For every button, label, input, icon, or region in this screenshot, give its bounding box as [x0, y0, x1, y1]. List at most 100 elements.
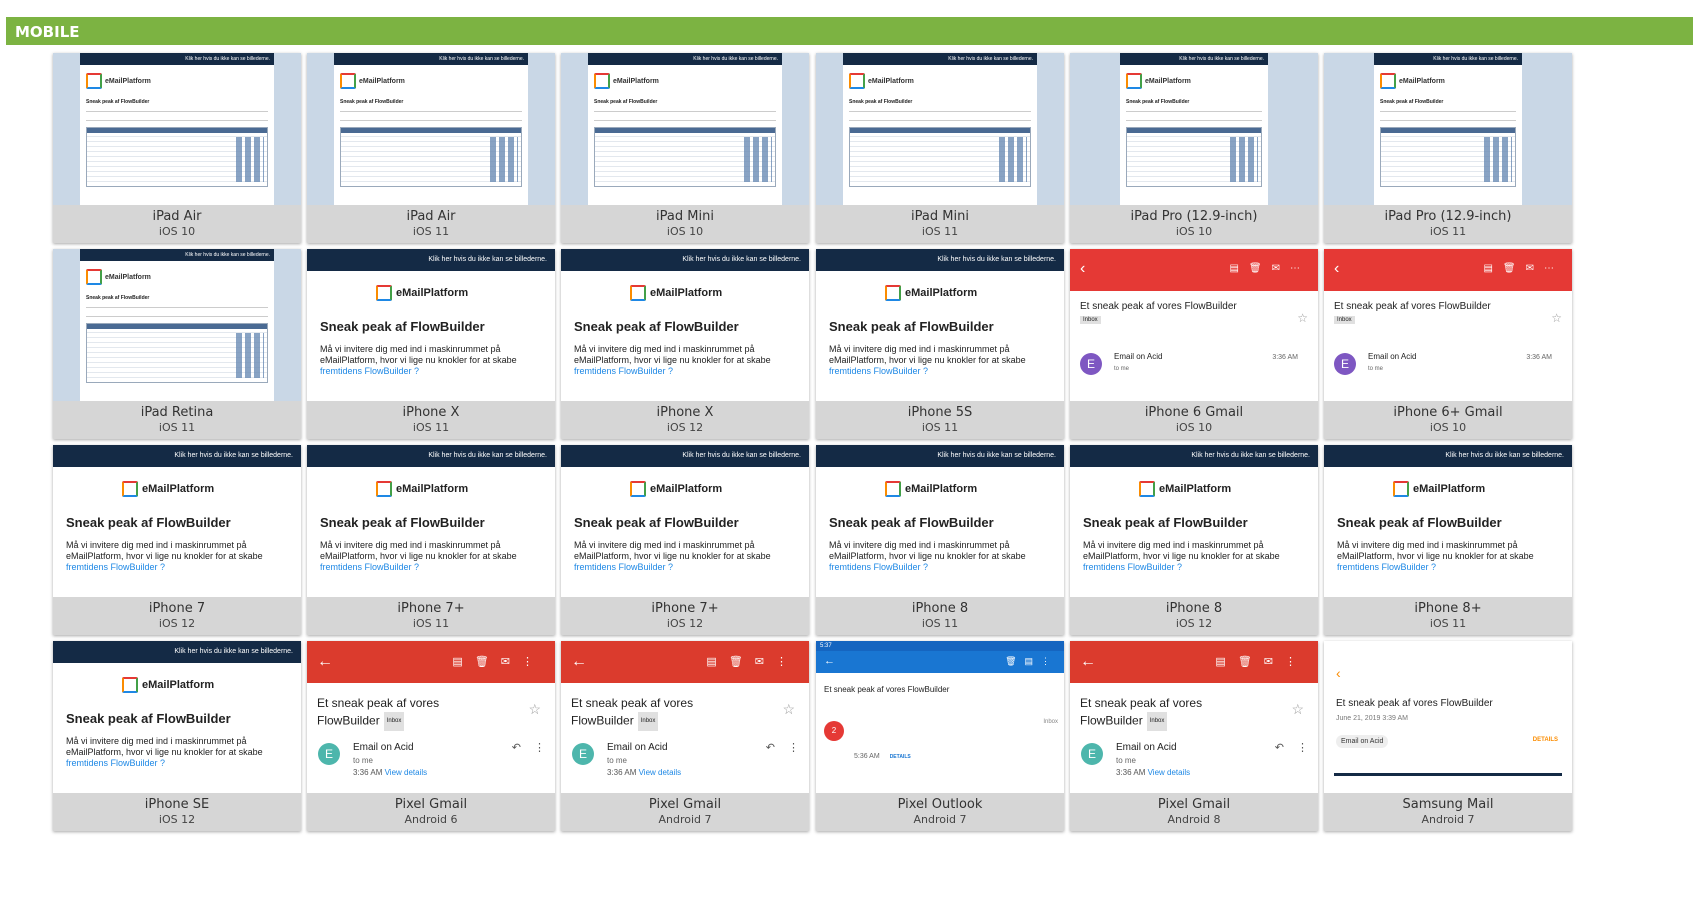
email-heading: Sneak peak af FlowBuilder: [320, 515, 485, 530]
email-heading: Sneak peak af FlowBuilder: [66, 515, 231, 530]
email-heading: Sneak peak af FlowBuilder: [1337, 515, 1502, 530]
app-screenshot: [1380, 127, 1516, 187]
back-arrow-icon: ‹: [1080, 260, 1086, 277]
banner-text: Klik her hvis du ikke kan se billederne.: [948, 56, 1033, 62]
device-name: iPhone X: [402, 405, 460, 420]
logo-icon: [1393, 481, 1409, 497]
folder-label: Inbox: [1043, 719, 1058, 725]
email-heading: Sneak peak af FlowBuilder: [574, 515, 739, 530]
device-card[interactable]: Klik her hvis du ikke kan se billederne.…: [561, 249, 809, 439]
device-card[interactable]: ‹ ▤🗑✉⋯ Et sneak peak af vores FlowBuilder…: [1324, 249, 1572, 439]
email-document: Klik her hvis du ikke kan se billederne.…: [80, 53, 274, 205]
inbox-badge: Inbox: [637, 712, 659, 731]
logo-icon: [376, 285, 392, 301]
device-card[interactable]: Klik her hvis du ikke kan se billederne.…: [307, 445, 555, 635]
app-screenshot: [1126, 127, 1262, 187]
body-link: fremtidens FlowBuilder ?: [320, 562, 420, 572]
logo-icon: [122, 677, 138, 693]
device-card[interactable]: Klik her hvis du ikke kan se billederne.…: [816, 445, 1064, 635]
back-arrow-icon: ←: [824, 655, 835, 667]
device-card[interactable]: ‹ ▤🗑✉⋯ Et sneak peak af vores FlowBuilder…: [1070, 249, 1318, 439]
device-caption: iPhone 8+ iOS 11: [1324, 597, 1572, 635]
logo: eMailPlatform: [376, 285, 486, 301]
ipad-preview: Klik her hvis du ikke kan se billederne.…: [53, 249, 301, 401]
device-card[interactable]: Klik her hvis du ikke kan se billederne.…: [53, 445, 301, 635]
body-line: eMailPlatform, hvor vi lige nu knokler f…: [1083, 551, 1280, 561]
device-card[interactable]: Klik her hvis du ikke kan se billederne.…: [561, 53, 809, 243]
device-card[interactable]: ‹ Et sneak peak af vores FlowBuilder Jun…: [1324, 641, 1572, 831]
time: 3:36 AM: [353, 768, 383, 777]
logo-text: eMailPlatform: [105, 273, 151, 281]
banner-text: Klik her hvis du ikke kan se billederne.: [1445, 452, 1564, 459]
email-subject: Et sneak peak af vores FlowBuilder Inbox: [1080, 695, 1306, 731]
email-heading: Sneak peak af FlowBuilder: [1380, 99, 1444, 105]
device-caption: iPhone 7+ iOS 12: [561, 597, 809, 635]
device-caption: iPhone 5S iOS 11: [816, 401, 1064, 439]
back-arrow-icon: ←: [317, 653, 333, 670]
device-card[interactable]: ← ▤🗑✉⋮ Et sneak peak af vores FlowBuilder I…: [1070, 641, 1318, 831]
device-name: iPad Pro (12.9-inch): [1130, 209, 1258, 224]
device-os: iOS 12: [666, 421, 704, 434]
device-caption: iPad Mini iOS 10: [561, 205, 809, 243]
body-line: eMailPlatform, hvor vi lige nu knokler f…: [320, 355, 517, 365]
reply-icon: ↶: [765, 742, 775, 754]
device-os: iOS 11: [1429, 225, 1467, 238]
iphone-preview: Klik her hvis du ikke kan se billederne.…: [1070, 445, 1318, 597]
email-body: Må vi invitere dig med ind i maskinrumme…: [66, 736, 288, 769]
device-card[interactable]: Klik her hvis du ikke kan se billederne.…: [53, 249, 301, 439]
device-card[interactable]: ← ▤🗑✉⋮ Et sneak peak af vores FlowBuilder I…: [307, 641, 555, 831]
device-name: Pixel Gmail: [1157, 797, 1231, 812]
device-os: iOS 11: [921, 421, 959, 434]
sender-name: Email on Acid: [607, 742, 668, 753]
device-card[interactable]: Klik her hvis du ikke kan se billederne.…: [816, 249, 1064, 439]
body-lines: [86, 111, 268, 121]
device-card[interactable]: ← ▤🗑✉⋮ Et sneak peak af vores FlowBuilder I…: [561, 641, 809, 831]
device-card[interactable]: Klik her hvis du ikke kan se billederne.…: [53, 641, 301, 831]
body-link: fremtidens FlowBuilder ?: [574, 366, 674, 376]
avatar: E: [1080, 353, 1102, 375]
body-line: eMailPlatform, hvor vi lige nu knokler f…: [574, 551, 771, 561]
body-line: Må vi invitere dig med ind i maskinrumme…: [320, 540, 501, 550]
email-body: Må vi invitere dig med ind i maskinrumme…: [574, 540, 796, 573]
gmail-toolbar: ‹ ▤🗑✉⋯: [1070, 249, 1318, 291]
device-card[interactable]: 5:37 ← 🗑▤⋮ Et sneak peak af vores FlowBui…: [816, 641, 1064, 831]
device-card[interactable]: Klik her hvis du ikke kan se billederne.…: [1070, 53, 1318, 243]
device-os: iOS 12: [1175, 617, 1213, 630]
inbox-badge: Inbox: [383, 712, 405, 731]
device-card[interactable]: Klik her hvis du ikke kan se billederne.…: [1070, 445, 1318, 635]
view-details-link: View details: [384, 768, 428, 777]
device-card[interactable]: Klik her hvis du ikke kan se billederne.…: [307, 53, 555, 243]
star-icon: ☆: [782, 701, 795, 717]
device-card[interactable]: Klik her hvis du ikke kan se billederne.…: [1324, 53, 1572, 243]
device-caption: iPhone 7+ iOS 11: [307, 597, 555, 635]
device-caption: Samsung Mail Android 7: [1324, 793, 1572, 831]
device-card[interactable]: Klik her hvis du ikke kan se billederne.…: [1324, 445, 1572, 635]
device-caption: iPad Air iOS 11: [307, 205, 555, 243]
device-os: iOS 11: [412, 225, 450, 238]
iphone-preview: Klik her hvis du ikke kan se billederne.…: [561, 445, 809, 597]
email-heading: Sneak peak af FlowBuilder: [86, 295, 150, 301]
avatar: E: [1081, 743, 1103, 765]
more-icon: ⋮: [1297, 742, 1308, 754]
avatar: E: [318, 743, 340, 765]
email-body: Må vi invitere dig med ind i maskinrumme…: [829, 344, 1051, 377]
subject-line: Et sneak peak af vores: [571, 696, 694, 710]
body-link: fremtidens FlowBuilder ?: [1337, 562, 1437, 572]
logo-text: eMailPlatform: [359, 77, 405, 85]
logo-text: eMailPlatform: [142, 483, 215, 495]
device-card[interactable]: Klik her hvis du ikke kan se billederne.…: [816, 53, 1064, 243]
email-body: Må vi invitere dig med ind i maskinrumme…: [574, 344, 796, 377]
banner-text: Klik her hvis du ikke kan se billederne.: [682, 256, 801, 263]
inbox-badge: Inbox: [1334, 316, 1355, 324]
device-card[interactable]: Klik her hvis du ikke kan se billederne.…: [307, 249, 555, 439]
logo-icon: [849, 73, 865, 89]
device-os: iOS 10: [666, 225, 704, 238]
device-name: Samsung Mail: [1402, 797, 1494, 812]
body-link: fremtidens FlowBuilder ?: [574, 562, 674, 572]
device-card[interactable]: Klik her hvis du ikke kan se billederne.…: [53, 53, 301, 243]
device-os: iOS 12: [666, 617, 704, 630]
device-card[interactable]: Klik her hvis du ikke kan se billederne.…: [561, 445, 809, 635]
back-arrow-icon: ‹: [1336, 665, 1341, 681]
gmail-toolbar: ← ▤🗑✉⋮: [1070, 641, 1318, 683]
device-name: iPad Air: [152, 209, 202, 224]
